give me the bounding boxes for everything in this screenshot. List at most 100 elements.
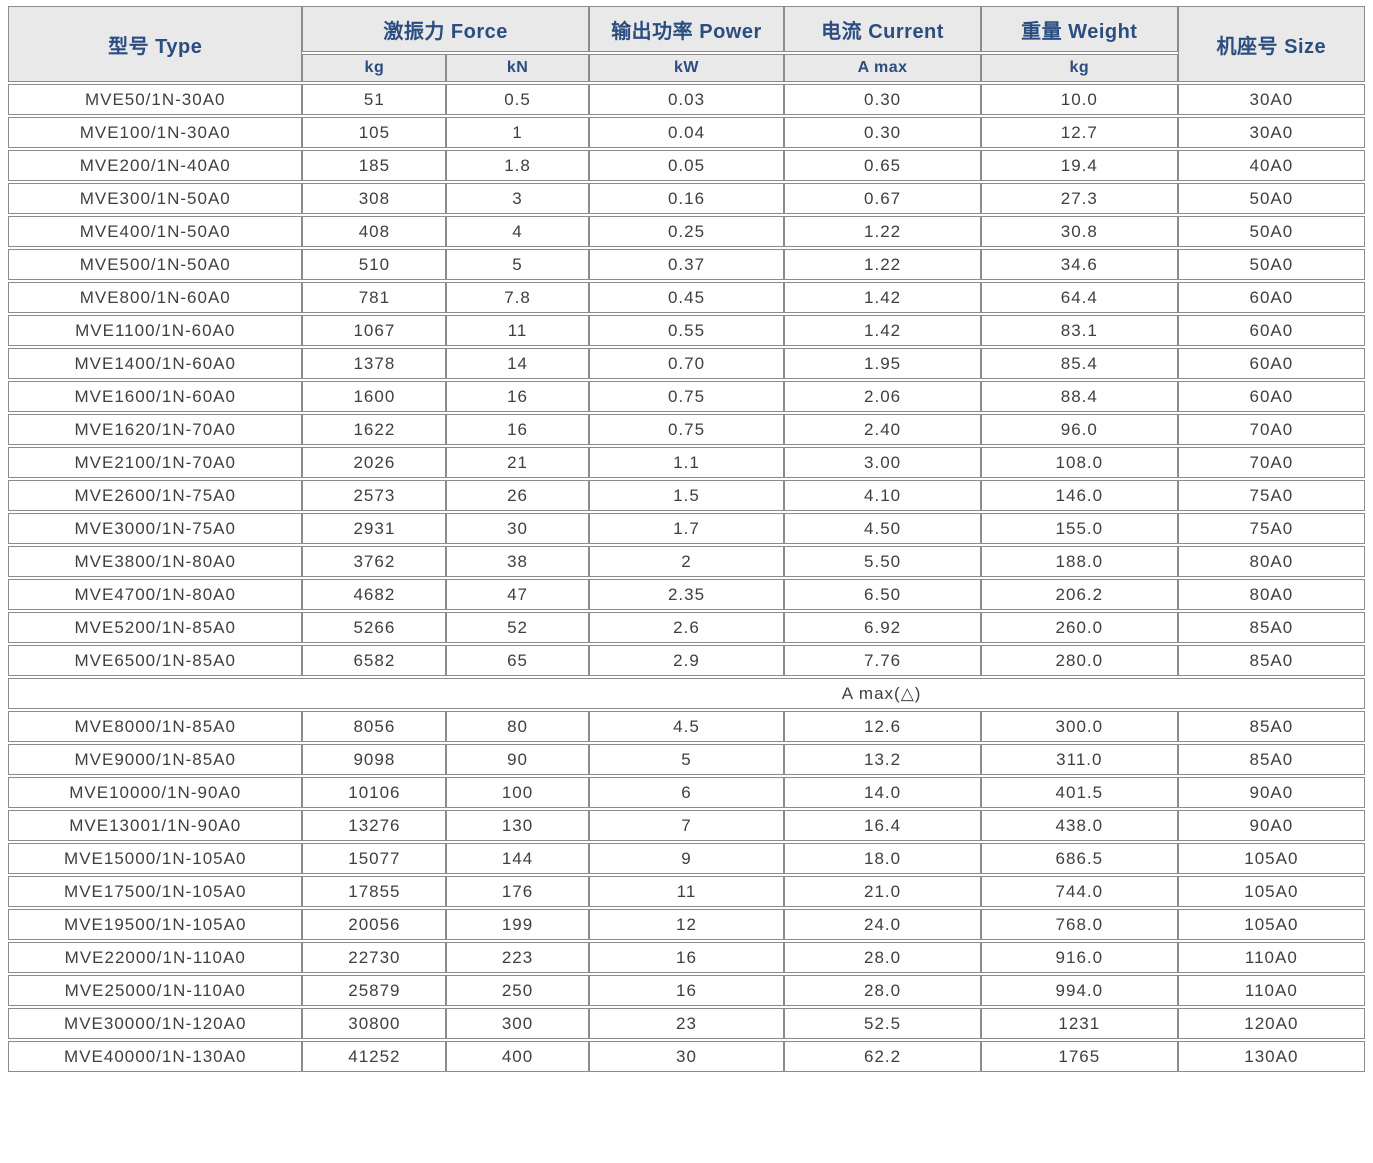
cell-size: 50A0: [1177, 183, 1365, 214]
cell-force-kg: 30800: [302, 1008, 447, 1039]
cell-power-kw: 16: [588, 942, 785, 973]
table-row: MVE10000/1N-90A0 10106 100 6 14.0 401.5 90A0: [8, 777, 1365, 808]
cell-type: MVE200/1N-40A0: [8, 150, 303, 181]
cell-power-kw: 16: [588, 975, 785, 1006]
cell-type: MVE9000/1N-85A0: [8, 744, 303, 775]
cell-current-amax: 21.0: [784, 876, 981, 907]
cell-weight-kg: 10.0: [980, 84, 1178, 115]
header-force: 激振力 Force: [302, 6, 589, 52]
table-row: MVE3000/1N-75A0 2931 30 1.7 4.50 155.0 75A0: [8, 513, 1365, 544]
cell-power-kw: 30: [588, 1041, 785, 1072]
cell-type: MVE15000/1N-105A0: [8, 843, 303, 874]
cell-current-amax: 28.0: [784, 975, 981, 1006]
cell-type: MVE1100/1N-60A0: [8, 315, 303, 346]
table-row: MVE1100/1N-60A0 1067 11 0.55 1.42 83.1 60A0: [8, 315, 1365, 346]
unit-current-amax: A max: [784, 54, 981, 82]
cell-power-kw: 2.6: [588, 612, 785, 643]
cell-power-kw: 0.05: [588, 150, 785, 181]
table-row: MVE13001/1N-90A0 13276 130 7 16.4 438.0 90A0: [8, 810, 1365, 841]
cell-weight-kg: 85.4: [980, 348, 1178, 379]
cell-force-kn: 38: [446, 546, 589, 577]
cell-force-kg: 5266: [302, 612, 447, 643]
cell-power-kw: 0.16: [588, 183, 785, 214]
cell-size: 105A0: [1177, 909, 1365, 940]
cell-power-kw: 0.55: [588, 315, 785, 346]
cell-type: MVE4700/1N-80A0: [8, 579, 303, 610]
cell-power-kw: 0.75: [588, 414, 785, 445]
cell-force-kg: 13276: [302, 810, 447, 841]
cell-force-kg: 105: [302, 117, 447, 148]
cell-power-kw: 0.75: [588, 381, 785, 412]
cell-force-kn: 176: [446, 876, 589, 907]
cell-current-amax: 1.42: [784, 315, 981, 346]
cell-size: 120A0: [1177, 1008, 1365, 1039]
cell-force-kg: 4682: [302, 579, 447, 610]
table-row: MVE9000/1N-85A0 9098 90 5 13.2 311.0 85A0: [8, 744, 1365, 775]
cell-force-kn: 5: [446, 249, 589, 280]
table-row: MVE400/1N-50A0 408 4 0.25 1.22 30.8 50A0: [8, 216, 1365, 247]
cell-force-kg: 6582: [302, 645, 447, 676]
cell-weight-kg: 83.1: [980, 315, 1178, 346]
cell-force-kn: 199: [446, 909, 589, 940]
cell-type: MVE13001/1N-90A0: [8, 810, 303, 841]
spec-table: 型号 Type 激振力 Force 输出功率 Power 电流 Current …: [8, 4, 1365, 1074]
cell-power-kw: 5: [588, 744, 785, 775]
cell-force-kg: 10106: [302, 777, 447, 808]
cell-current-amax: 3.00: [784, 447, 981, 478]
cell-power-kw: 2: [588, 546, 785, 577]
cell-type: MVE800/1N-60A0: [8, 282, 303, 313]
cell-current-amax: 1.95: [784, 348, 981, 379]
table-row: MVE3800/1N-80A0 3762 38 2 5.50 188.0 80A0: [8, 546, 1365, 577]
unit-force-kg: kg: [302, 54, 447, 82]
table-row: MVE6500/1N-85A0 6582 65 2.9 7.76 280.0 85A0: [8, 645, 1365, 676]
cell-force-kg: 185: [302, 150, 447, 181]
cell-force-kn: 16: [446, 381, 589, 412]
cell-size: 75A0: [1177, 513, 1365, 544]
cell-power-kw: 0.45: [588, 282, 785, 313]
cell-current-amax: 13.2: [784, 744, 981, 775]
cell-force-kg: 22730: [302, 942, 447, 973]
cell-size: 80A0: [1177, 546, 1365, 577]
cell-current-amax: 1.22: [784, 249, 981, 280]
cell-type: MVE17500/1N-105A0: [8, 876, 303, 907]
cell-type: MVE300/1N-50A0: [8, 183, 303, 214]
header-size: 机座号 Size: [1177, 6, 1365, 82]
cell-size: 110A0: [1177, 942, 1365, 973]
cell-size: 75A0: [1177, 480, 1365, 511]
cell-force-kg: 1378: [302, 348, 447, 379]
cell-force-kg: 15077: [302, 843, 447, 874]
header-current: 电流 Current: [784, 6, 981, 52]
cell-force-kg: 2573: [302, 480, 447, 511]
cell-power-kw: 11: [588, 876, 785, 907]
cell-current-amax: 2.06: [784, 381, 981, 412]
cell-force-kn: 3: [446, 183, 589, 214]
cell-type: MVE500/1N-50A0: [8, 249, 303, 280]
cell-current-amax: 52.5: [784, 1008, 981, 1039]
table-row: MVE300/1N-50A0 308 3 0.16 0.67 27.3 50A0: [8, 183, 1365, 214]
cell-power-kw: 0.25: [588, 216, 785, 247]
cell-force-kn: 14: [446, 348, 589, 379]
cell-size: 60A0: [1177, 348, 1365, 379]
cell-weight-kg: 108.0: [980, 447, 1178, 478]
cell-size: 90A0: [1177, 810, 1365, 841]
amax-delta-separator-row: A max(△): [8, 678, 1365, 709]
table-row: MVE1600/1N-60A0 1600 16 0.75 2.06 88.4 60A0: [8, 381, 1365, 412]
table-row: MVE800/1N-60A0 781 7.8 0.45 1.42 64.4 60A0: [8, 282, 1365, 313]
cell-force-kn: 30: [446, 513, 589, 544]
cell-type: MVE3800/1N-80A0: [8, 546, 303, 577]
cell-current-amax: 7.76: [784, 645, 981, 676]
table-row: MVE19500/1N-105A0 20056 199 12 24.0 768.0 105A…: [8, 909, 1365, 940]
cell-weight-kg: 206.2: [980, 579, 1178, 610]
cell-force-kn: 21: [446, 447, 589, 478]
cell-weight-kg: 188.0: [980, 546, 1178, 577]
cell-power-kw: 0.04: [588, 117, 785, 148]
cell-current-amax: 28.0: [784, 942, 981, 973]
cell-size: 105A0: [1177, 843, 1365, 874]
cell-size: 30A0: [1177, 117, 1365, 148]
cell-force-kg: 510: [302, 249, 447, 280]
table-row: MVE22000/1N-110A0 22730 223 16 28.0 916.0 110A…: [8, 942, 1365, 973]
cell-force-kg: 3762: [302, 546, 447, 577]
cell-weight-kg: 27.3: [980, 183, 1178, 214]
cell-current-amax: 1.22: [784, 216, 981, 247]
table-row: MVE200/1N-40A0 185 1.8 0.05 0.65 19.4 40A0: [8, 150, 1365, 181]
